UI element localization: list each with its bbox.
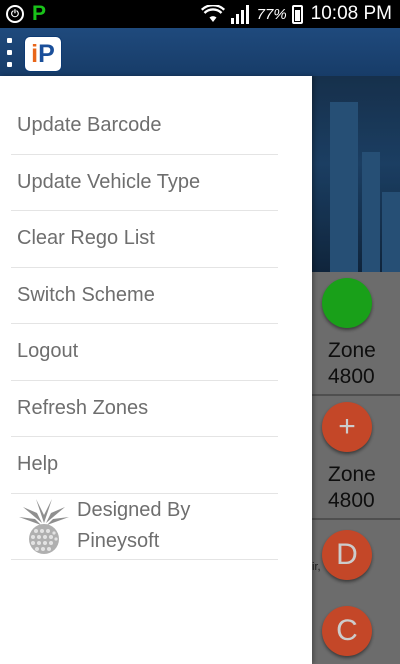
pineapple-logo-icon xyxy=(19,499,69,554)
menu-item-logout[interactable]: Logout xyxy=(11,324,278,381)
menu-item-update-barcode[interactable]: Update Barcode xyxy=(11,98,278,155)
battery-icon xyxy=(291,4,303,24)
drawer-menu-icon[interactable] xyxy=(2,34,16,70)
zone-status-icon xyxy=(322,278,372,328)
zone-item[interactable]: D xyxy=(312,522,400,602)
status-bar: ⏻ P 77% 10:08 PM xyxy=(0,0,400,28)
zone-item[interactable]: Zone 4800 xyxy=(312,272,400,396)
zone-badge-c: C xyxy=(322,606,372,656)
designed-by-label: Designed By xyxy=(77,499,191,521)
zone-name: Zone xyxy=(328,463,376,486)
designed-by-footer[interactable]: Designed By Pineysoft xyxy=(11,494,278,560)
menu-item-help[interactable]: Help xyxy=(11,437,278,494)
zone-number: 4800 xyxy=(328,365,375,388)
zone-name: Zone xyxy=(328,339,376,362)
zone-number: 4800 xyxy=(328,489,375,512)
zone-snippet-text: ir, xyxy=(312,561,321,573)
zone-item[interactable]: + Zone 4800 xyxy=(312,396,400,520)
notification-area: ⏻ P xyxy=(6,2,47,25)
menu-item-clear-rego-list[interactable]: Clear Rego List xyxy=(11,211,278,268)
zone-badge-d: D xyxy=(322,530,372,580)
battery-percent: 77% xyxy=(256,5,287,23)
clock: 10:08 PM xyxy=(310,3,392,24)
wifi-icon xyxy=(200,5,225,22)
menu-item-refresh-zones[interactable]: Refresh Zones xyxy=(11,381,278,437)
plus-icon: + xyxy=(322,402,372,452)
app-bar: iP xyxy=(0,28,400,76)
company-name: Pineysoft xyxy=(77,530,160,552)
system-icons: 77% 10:08 PM xyxy=(200,3,392,25)
menu-item-update-vehicle-type[interactable]: Update Vehicle Type xyxy=(11,155,278,211)
drawer-menu: Update Barcode Update Vehicle Type Clear… xyxy=(11,98,278,560)
signal-icon xyxy=(230,5,249,24)
navigation-drawer: Update Barcode Update Vehicle Type Clear… xyxy=(0,76,312,664)
app-logo[interactable]: iP xyxy=(24,36,62,72)
parking-app-icon: P xyxy=(32,2,47,25)
menu-item-switch-scheme[interactable]: Switch Scheme xyxy=(11,268,278,324)
sync-icon: ⏻ xyxy=(6,5,24,23)
zone-item[interactable]: C xyxy=(312,602,400,664)
